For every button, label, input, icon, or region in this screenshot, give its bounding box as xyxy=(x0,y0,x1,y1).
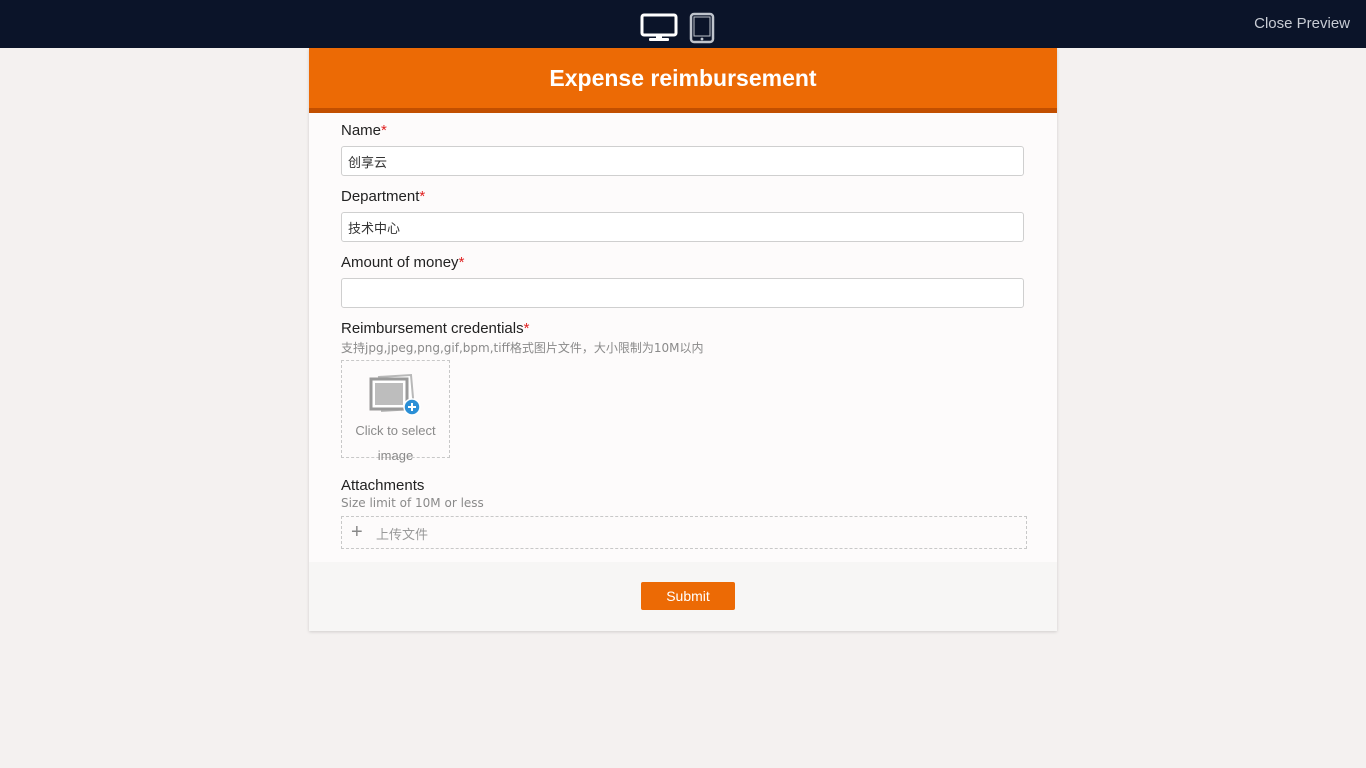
form-title: Expense reimbursement xyxy=(549,65,817,91)
close-preview-button[interactable]: Close Preview xyxy=(1254,15,1350,32)
required-marker: * xyxy=(419,188,426,205)
attachments-hint: Size limit of 10M or less xyxy=(341,496,484,510)
image-picker[interactable]: Click to select image xyxy=(341,360,450,463)
department-input[interactable] xyxy=(341,212,1024,242)
tablet-icon[interactable] xyxy=(689,12,715,44)
amount-input[interactable] xyxy=(341,278,1024,308)
submit-button[interactable]: Submit xyxy=(641,582,735,610)
amount-label: Amount of money* xyxy=(341,254,465,271)
desktop-icon[interactable] xyxy=(640,13,678,43)
credentials-hint: 支持jpg,jpeg,png,gif,bpm,tiff格式图片文件，大小限制为1… xyxy=(341,341,704,355)
required-marker: * xyxy=(458,254,465,271)
form-footer: Submit xyxy=(309,562,1057,631)
form-header: Expense reimbursement xyxy=(309,48,1057,113)
plus-icon: + xyxy=(351,521,363,543)
required-marker: * xyxy=(381,122,387,139)
preview-toolbar: Close Preview xyxy=(0,0,1366,48)
image-picker-label: Click to select image xyxy=(355,423,436,463)
department-label: Department* xyxy=(341,188,426,205)
add-image-icon xyxy=(369,373,423,417)
form-card: Expense reimbursement Name* Department* … xyxy=(309,48,1057,631)
upload-file-button[interactable]: + 上传文件 xyxy=(341,516,1027,549)
credentials-label: Reimbursement credentials* xyxy=(341,320,530,337)
upload-file-label: 上传文件 xyxy=(376,528,429,543)
required-marker: * xyxy=(523,320,530,337)
attachments-label: Attachments xyxy=(341,477,425,494)
name-input[interactable] xyxy=(341,146,1024,176)
name-label: Name* xyxy=(341,122,387,139)
